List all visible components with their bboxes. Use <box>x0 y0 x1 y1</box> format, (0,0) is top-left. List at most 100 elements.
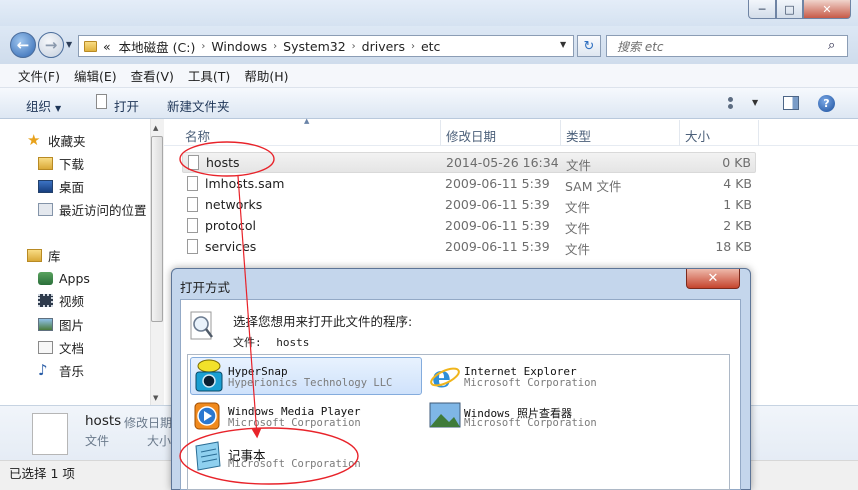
file-name-value: hosts <box>276 336 310 349</box>
file-date: 2009-06-11 5:39 <box>445 197 550 212</box>
table-row[interactable]: networks 2009-06-11 5:39 文件 1 KB <box>182 195 756 216</box>
document-icon <box>96 94 107 109</box>
sidebar-item-recent-places[interactable]: 最近访问的位置 <box>0 199 150 219</box>
view-options-icon[interactable] <box>728 97 742 109</box>
file-name: protocol <box>205 218 256 233</box>
program-publisher: Microsoft Corporation <box>464 377 597 389</box>
sidebar-scrollbar-thumb[interactable] <box>151 136 163 322</box>
window-titlebar <box>0 0 858 26</box>
sidebar-item-label: 下载 <box>59 156 85 172</box>
column-divider[interactable] <box>679 120 680 146</box>
sidebar-item-pictures[interactable]: 图片 <box>0 314 150 334</box>
table-row[interactable]: lmhosts.sam 2009-06-11 5:39 SAM 文件 4 KB <box>182 174 756 195</box>
file-size: 4 KB <box>723 176 752 191</box>
apps-library-icon <box>38 271 53 285</box>
open-button[interactable]: 打开 <box>114 96 139 115</box>
menu-file[interactable]: 文件(F) <box>18 66 60 85</box>
arrow-right-icon: → <box>44 36 58 54</box>
details-file-type: 文件 <box>85 434 110 448</box>
help-icon[interactable]: ? <box>818 95 835 112</box>
file-name: networks <box>205 197 263 212</box>
recent-places-icon <box>38 202 53 216</box>
column-divider[interactable] <box>440 120 441 146</box>
address-bar[interactable]: « 本地磁盘 (C:) › Windows › System32 › drive… <box>78 35 574 57</box>
sidebar-item-label: 视频 <box>59 293 85 309</box>
breadcrumb-etc[interactable]: etc <box>421 39 440 54</box>
file-name: lmhosts.sam <box>205 176 285 191</box>
recent-pages-dropdown[interactable]: ▼ <box>66 40 72 49</box>
breadcrumb-separator-icon[interactable]: › <box>352 41 356 52</box>
search-input[interactable]: 搜索 etc <box>606 35 848 57</box>
sidebar-item-videos[interactable]: 视频 <box>0 290 150 310</box>
minimize-button[interactable]: ─ <box>748 0 776 19</box>
menu-view[interactable]: 查看(V) <box>131 66 174 85</box>
file-size: 1 KB <box>723 197 752 212</box>
sidebar-header-libraries[interactable]: 库 <box>0 245 150 265</box>
sidebar-item-label: Apps <box>59 270 90 286</box>
breadcrumb-separator-icon[interactable]: › <box>201 41 205 52</box>
forward-button[interactable]: → <box>38 32 64 58</box>
breadcrumb-separator-icon[interactable]: › <box>411 41 415 52</box>
details-date-label: 修改日期 <box>124 416 173 430</box>
table-row[interactable]: protocol 2009-06-11 5:39 文件 2 KB <box>182 216 756 237</box>
video-library-icon <box>38 293 53 307</box>
sidebar-item-documents[interactable]: 文档 <box>0 337 150 357</box>
maximize-button[interactable]: □ <box>776 0 803 19</box>
column-size[interactable]: 大小 <box>685 126 710 145</box>
breadcrumb-system32[interactable]: System32 <box>283 39 346 54</box>
column-divider[interactable] <box>758 120 759 146</box>
folder-icon <box>84 40 97 52</box>
sidebar-item-downloads[interactable]: 下载 <box>0 153 150 173</box>
file-icon <box>187 197 198 212</box>
back-button[interactable]: ← <box>10 32 36 58</box>
dialog-prompt: 选择您想用来打开此文件的程序: <box>233 314 413 329</box>
column-divider[interactable] <box>560 120 561 146</box>
column-date-modified[interactable]: 修改日期 <box>446 126 496 145</box>
file-size: 18 KB <box>715 239 752 254</box>
menu-edit[interactable]: 编辑(E) <box>74 66 117 85</box>
file-type: 文件 <box>565 242 591 257</box>
scroll-down-icon[interactable]: ▼ <box>153 394 158 402</box>
dialog-close-button[interactable]: ✕ <box>686 269 740 289</box>
search-icon[interactable]: ⌕ <box>828 38 835 53</box>
table-row[interactable]: hosts 2014-05-26 16:34 文件 0 KB <box>182 152 756 173</box>
sidebar-header-favorites[interactable]: ★ 收藏夹 <box>0 130 150 150</box>
file-type: 文件 <box>565 221 591 236</box>
status-text: 已选择 1 项 <box>9 466 75 481</box>
file-icon <box>187 218 198 233</box>
close-icon: ✕ <box>822 2 832 16</box>
column-type[interactable]: 类型 <box>566 126 591 145</box>
menu-tools[interactable]: 工具(T) <box>188 66 230 85</box>
column-name[interactable]: 名称 <box>185 126 210 145</box>
breadcrumb-drivers[interactable]: drivers <box>362 39 405 54</box>
menu-help[interactable]: 帮助(H) <box>244 66 288 85</box>
refresh-button[interactable]: ↻ <box>577 35 601 57</box>
breadcrumb-separator-icon[interactable]: › <box>273 41 277 52</box>
sidebar-item-desktop[interactable]: 桌面 <box>0 176 150 196</box>
program-publisher: Microsoft Corporation <box>228 458 361 470</box>
address-overflow-chevron[interactable]: « <box>103 39 111 54</box>
address-history-dropdown[interactable]: ▼ <box>560 40 566 49</box>
sort-ascending-icon: ▲ <box>304 117 310 125</box>
star-icon: ★ <box>27 130 41 149</box>
file-name: hosts <box>206 155 240 170</box>
scroll-up-icon[interactable]: ▲ <box>153 124 158 132</box>
close-window-button[interactable]: ✕ <box>803 0 851 19</box>
organize-button[interactable]: 组织 ▼ <box>26 96 61 115</box>
sidebar-item-apps[interactable]: Apps <box>0 268 150 288</box>
new-folder-button[interactable]: 新建文件夹 <box>167 96 230 115</box>
view-options-dropdown[interactable]: ▼ <box>752 98 758 107</box>
program-publisher: Microsoft Corporation <box>464 417 597 429</box>
preview-pane-icon[interactable] <box>783 96 799 110</box>
libraries-label: 库 <box>48 248 61 264</box>
file-type: 文件 <box>566 158 592 173</box>
desktop-icon <box>38 179 53 193</box>
program-item-hypersnap[interactable] <box>190 357 422 395</box>
sidebar-item-music[interactable]: ♪ 音乐 <box>0 360 150 380</box>
breadcrumb-drive[interactable]: 本地磁盘 (C:) <box>119 37 196 56</box>
table-row[interactable]: services 2009-06-11 5:39 文件 18 KB <box>182 237 756 258</box>
music-note-icon: ♪ <box>38 360 48 379</box>
downloads-folder-icon <box>38 156 53 170</box>
breadcrumb-windows[interactable]: Windows <box>211 39 267 54</box>
program-publisher: Hyperionics Technology LLC <box>228 377 393 389</box>
